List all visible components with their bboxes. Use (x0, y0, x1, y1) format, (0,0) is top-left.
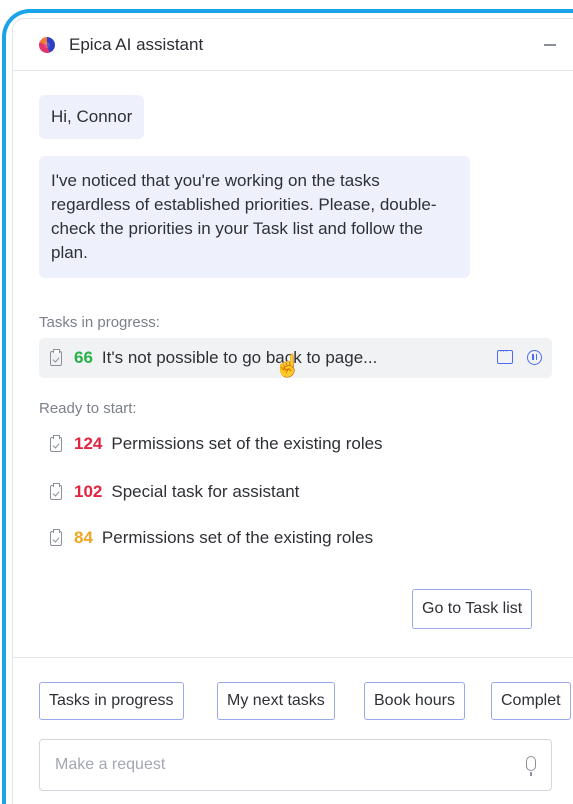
clipboard-icon (50, 482, 62, 500)
divider (13, 657, 573, 658)
tasks-in-progress-label: Tasks in progress: (39, 314, 160, 331)
request-input[interactable]: Make a request (39, 739, 552, 791)
clipboard-icon (50, 348, 62, 366)
chip-complete[interactable]: Complet (491, 682, 571, 720)
task-row[interactable]: 84 Permissions set of the existing roles (39, 518, 552, 558)
chip-tasks-in-progress[interactable]: Tasks in progress (39, 682, 184, 720)
microphone-icon[interactable] (526, 756, 536, 776)
task-number: 84 (74, 528, 93, 547)
task-title: Permissions set of the existing roles (101, 528, 374, 547)
task-row[interactable]: 102 Special task for assistant (39, 472, 552, 512)
task-actions (497, 345, 542, 365)
epica-logo-icon (39, 36, 55, 53)
task-number: 66 (74, 348, 93, 367)
minimize-icon[interactable] (544, 44, 556, 46)
request-placeholder: Make a request (55, 756, 166, 773)
chip-my-next-tasks[interactable]: My next tasks (217, 682, 335, 720)
assistant-message: I've noticed that you're working on the … (39, 156, 470, 278)
comment-icon[interactable] (497, 345, 513, 364)
chip-book-hours[interactable]: Book hours (364, 682, 465, 720)
clipboard-icon (50, 528, 62, 546)
task-title: Special task for assistant (111, 482, 300, 501)
hand-cursor-icon: ☝ (274, 353, 302, 378)
pause-icon[interactable] (527, 350, 542, 365)
ready-to-start-label: Ready to start: (39, 400, 137, 417)
task-title: Permissions set of the existing roles (111, 434, 383, 453)
task-number: 102 (74, 482, 103, 501)
assistant-panel: Epica AI assistant Hi, Connor I've notic… (12, 18, 573, 804)
task-number: 124 (74, 434, 103, 453)
header: Epica AI assistant (13, 19, 573, 71)
task-row[interactable]: 124 Permissions set of the existing role… (39, 424, 552, 464)
clipboard-icon (50, 434, 62, 452)
panel-title: Epica AI assistant (69, 34, 204, 54)
go-to-task-list-button[interactable]: Go to Task list (412, 589, 533, 629)
greeting-message: Hi, Connor (39, 95, 145, 139)
task-title: It's not possible to go back to page... (101, 348, 378, 367)
